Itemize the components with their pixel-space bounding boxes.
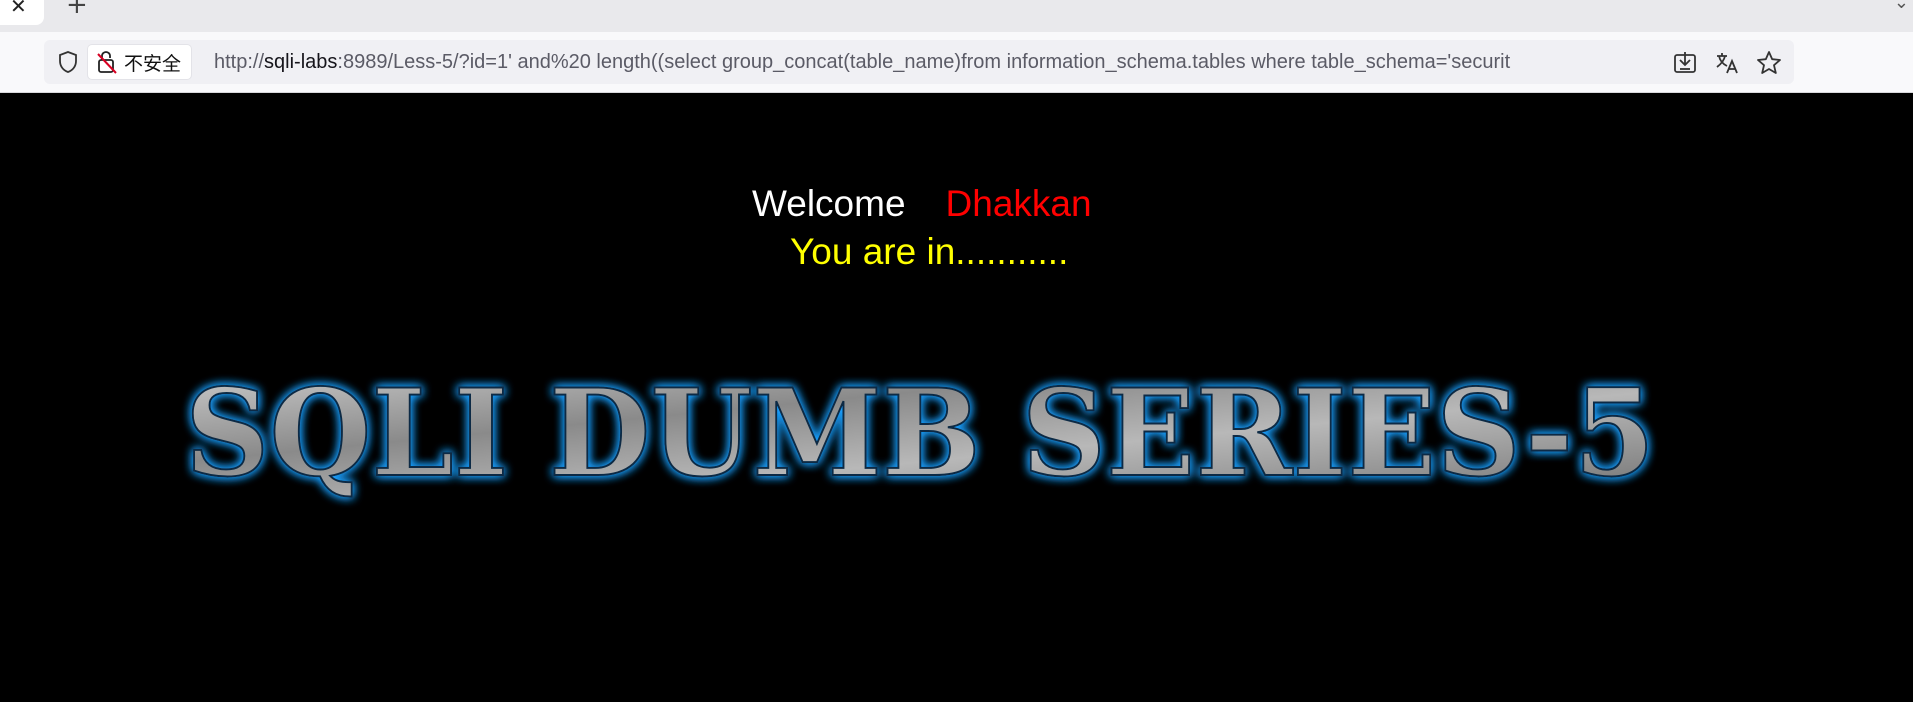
active-tab[interactable]: ✕ [0,0,44,25]
banner-text: SQLI DUMB SERIES-5 [185,363,1655,504]
tab-close-icon[interactable]: ✕ [10,0,27,18]
navigation-toolbar: 不安全 http://sqli-labs:8989/Less-5/?id=1' … [0,32,1913,93]
security-indicator[interactable]: 不安全 [88,45,192,79]
url-scheme: http:// [214,51,265,73]
user-name: Dhakkan [945,183,1092,224]
page-content: Welcome Dhakkan You are in........... SQ… [0,93,1913,702]
tracking-shield-icon[interactable] [56,50,80,74]
url-host: sqli-labs [264,51,338,73]
security-label: 不安全 [124,52,182,75]
sqli-series-banner: SQLI DUMB SERIES-5 [184,363,1656,505]
login-status: You are in........... [790,231,1069,272]
url-bar[interactable]: 不安全 http://sqli-labs:8989/Less-5/?id=1' … [44,40,1794,84]
url-path: :8989/Less-5/?id=1' and%20 length((selec… [337,51,1511,73]
tab-strip: ✕ + ⌄ [0,0,1913,32]
url-text[interactable]: http://sqli-labs:8989/Less-5/?id=1' and%… [214,40,1704,84]
translate-icon[interactable] [1714,50,1740,76]
new-tab-icon[interactable]: + [66,0,88,20]
install-app-icon[interactable] [1672,50,1698,76]
broken-lock-icon [97,51,117,74]
welcome-message: Welcome Dhakkan [752,183,1092,225]
welcome-text: Welcome [752,183,906,224]
bookmark-star-icon[interactable] [1756,50,1782,76]
tab-list-chevron-icon[interactable]: ⌄ [1894,0,1909,13]
